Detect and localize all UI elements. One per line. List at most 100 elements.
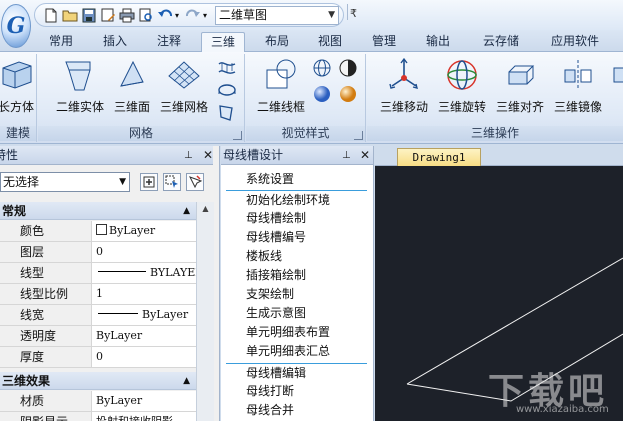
prop-row-layer[interactable]: 图层 0 [0, 242, 196, 263]
tab-insert[interactable]: 插入 [94, 32, 136, 52]
menu-item-busbar-draw[interactable]: 母线槽绘制 [226, 209, 367, 228]
3d-move-button[interactable]: 三维移动 [377, 56, 431, 122]
open-folder-icon[interactable] [62, 8, 78, 23]
3d-face-label: 三维面 [113, 100, 150, 114]
undo-dropdown-icon[interactable]: ▾ [175, 8, 183, 23]
menu-item-busbar-merge[interactable]: 母线合并 [226, 401, 367, 420]
tab-layout[interactable]: 布局 [256, 32, 298, 52]
workspace-value: 二维草图 [219, 8, 268, 22]
prop-key: 线型比例 [0, 284, 92, 304]
2d-wireframe-button[interactable]: 二维线框 [254, 56, 308, 122]
prop-row-material[interactable]: 材质 ByLayer [0, 391, 196, 412]
section-3d-effects[interactable]: 三维效果 ▲ [0, 372, 196, 390]
dialog-launcher-icon[interactable] [233, 131, 242, 140]
prop-value: ByLayer [142, 308, 189, 321]
tab-drawing1[interactable]: Drawing1 [397, 148, 481, 166]
menu-item-bracket[interactable]: 支架绘制 [226, 285, 367, 304]
new-file-icon[interactable] [43, 8, 59, 23]
redo-dropdown-icon[interactable]: ▾ [203, 8, 211, 23]
pin-icon[interactable]: ⊥ [184, 146, 193, 165]
prop-key: 厚度 [0, 347, 92, 367]
3d-mirror-button[interactable]: 三维镜像 [551, 56, 605, 122]
save-icon[interactable] [81, 8, 97, 23]
print-icon[interactable] [119, 8, 135, 23]
shaded-orange-sphere-icon[interactable] [338, 84, 358, 104]
redo-icon[interactable] [185, 8, 201, 23]
3d-array-button[interactable] [609, 56, 623, 122]
prop-value: ByLayer [96, 394, 143, 407]
tab-manage[interactable]: 管理 [363, 32, 405, 52]
3d-rotate-button[interactable]: 三维旋转 [435, 56, 489, 122]
tab-common[interactable]: 常用 [40, 32, 82, 52]
selection-value: 无选择 [3, 175, 40, 189]
prop-row-lineweight[interactable]: 线宽 ByLayer [0, 305, 196, 326]
busbar-title: 母线槽设计 [223, 148, 284, 162]
close-icon[interactable]: ✕ [360, 146, 370, 165]
workspace-select[interactable]: 二维草图 ▼ [215, 6, 339, 25]
watermark: 下载吧 www.xiazaiba.com [488, 362, 623, 421]
box-button[interactable]: 长方体 [0, 56, 38, 122]
menu-item-schematic[interactable]: 生成示意图 [226, 304, 367, 323]
group-title-modeling: 建模 [0, 126, 36, 141]
3d-align-button[interactable]: 三维对齐 [493, 56, 547, 122]
2d-solid-button[interactable]: 二维实体 [52, 56, 108, 122]
box-icon [0, 56, 35, 94]
ribbon-panel: 长方体 建模 二维实体 三维面 三维网格 网格 二维线框 视觉样式 三维移动 三… [0, 52, 623, 144]
group-modeling: 长方体 建模 [0, 54, 37, 142]
menu-item-detail-layout[interactable]: 单元明细表布置 [226, 323, 367, 342]
customize-toolbar-icon[interactable]: ₹ [350, 7, 357, 20]
prop-row-transparency[interactable]: 透明度 ByLayer [0, 326, 196, 347]
quick-access-toolbar: ▾ ▾ 二维草图 ▼ ₹ [0, 0, 623, 30]
prop-row-shadow[interactable]: 阴影显示 投射和接收阴影 [0, 412, 196, 421]
tab-view[interactable]: 视图 [309, 32, 351, 52]
menu-item-init-environment[interactable]: 初始化绘制环境 [226, 190, 367, 209]
prop-row-color[interactable]: 颜色 ByLayer [0, 221, 196, 242]
tab-output[interactable]: 输出 [417, 32, 459, 52]
menu-item-detail-summary[interactable]: 单元明细表汇总 [226, 342, 367, 361]
menu-item-busbar-break[interactable]: 母线打断 [226, 382, 367, 401]
menu-item-system-settings[interactable]: 系统设置 [226, 170, 367, 189]
prop-value: 0 [96, 245, 103, 258]
ruled-mesh-icon[interactable] [217, 58, 237, 78]
edge-mesh-icon[interactable] [217, 102, 237, 122]
close-icon[interactable]: ✕ [203, 146, 213, 165]
menu-item-busbar-edit[interactable]: 母线槽编辑 [226, 363, 367, 382]
quick-select-icon[interactable] [186, 173, 204, 191]
3d-face-button[interactable]: 三维面 [110, 56, 154, 122]
tab-apps[interactable]: 应用软件 [543, 32, 607, 52]
prop-value: ByLayer [96, 329, 143, 342]
3d-align-label: 三维对齐 [495, 100, 544, 114]
select-objects-icon[interactable] [163, 173, 181, 191]
3d-mesh-button[interactable]: 三维网格 [156, 56, 212, 122]
menu-item-floor-line[interactable]: 楼板线 [226, 247, 367, 266]
properties-scrollbar[interactable]: ▲ [196, 202, 214, 421]
menu-item-plug-box[interactable]: 插接箱绘制 [226, 266, 367, 285]
hidden-sphere-icon[interactable] [338, 58, 358, 78]
prop-row-linetype-scale[interactable]: 线型比例 1 [0, 284, 196, 305]
menu-item-busbar-number[interactable]: 母线槽编号 [226, 228, 367, 247]
wireframe-sphere-icon[interactable] [312, 58, 332, 78]
3d-mirror-label: 三维镜像 [553, 100, 602, 114]
tab-annotate[interactable]: 注释 [148, 32, 190, 52]
color-swatch-icon [96, 224, 107, 235]
scroll-up-icon[interactable]: ▲ [197, 202, 214, 216]
quick-access-bar: ▾ ▾ 二维草图 ▼ [34, 3, 344, 27]
pin-icon[interactable]: ⊥ [342, 146, 351, 165]
save-as-icon[interactable] [100, 8, 116, 23]
prop-row-thickness[interactable]: 厚度 0 [0, 347, 196, 368]
print-preview-icon[interactable] [138, 8, 154, 23]
undo-icon[interactable] [157, 8, 173, 23]
selection-dropdown[interactable]: 无选择 ▼ [0, 172, 130, 192]
toggle-pickadd-icon[interactable] [140, 173, 158, 191]
app-logo[interactable]: G [1, 4, 31, 48]
tab-3d[interactable]: 三维 [201, 32, 245, 53]
tab-cloud-storage[interactable]: 云存储 [473, 32, 529, 52]
shaded-blue-sphere-icon[interactable] [312, 84, 332, 104]
document-tabs: Drawing1 [375, 146, 623, 166]
3d-rotate-icon [443, 56, 481, 94]
prop-value: ByLayer [109, 224, 156, 237]
section-general[interactable]: 常规 ▲ [0, 202, 196, 220]
revolved-mesh-icon[interactable] [217, 80, 237, 100]
prop-row-linetype[interactable]: 线型 BYLAYER [0, 263, 196, 284]
dialog-launcher-icon[interactable] [354, 131, 363, 140]
